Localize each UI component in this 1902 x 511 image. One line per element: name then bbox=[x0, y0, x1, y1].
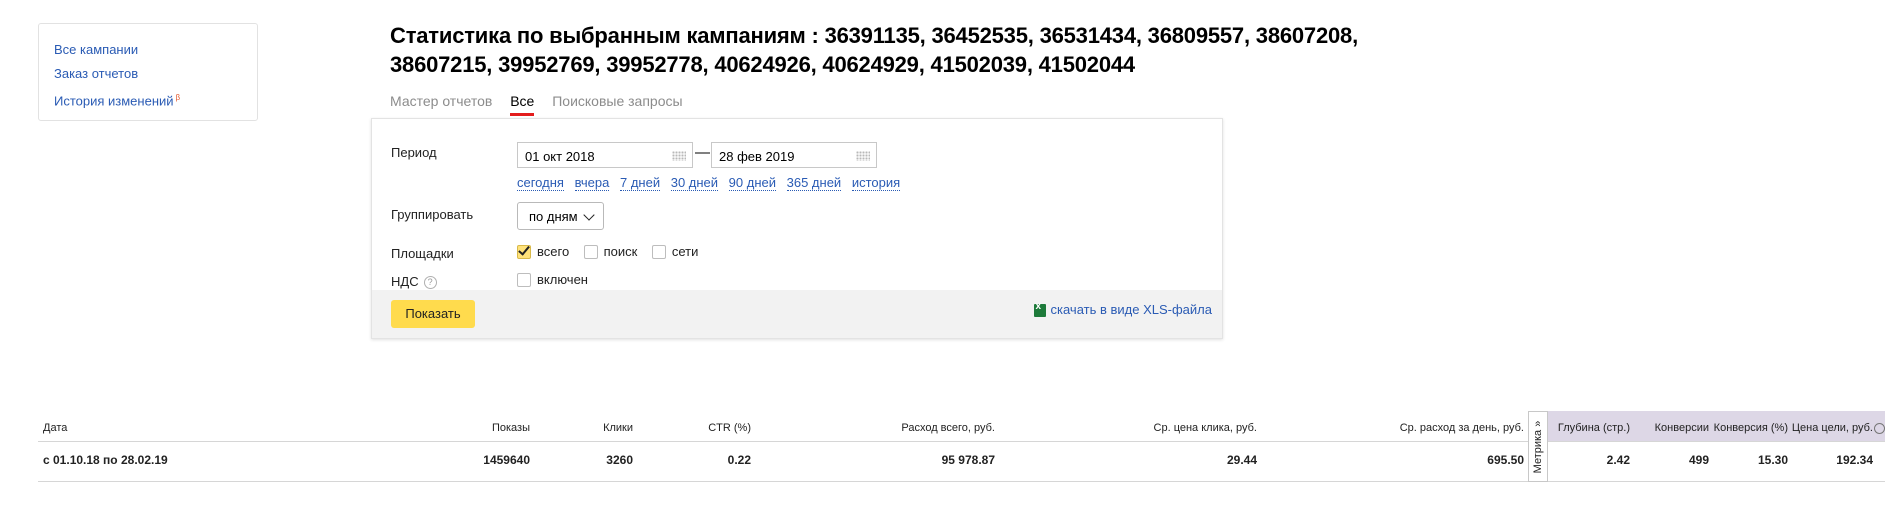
cell-ctr: 0.22 bbox=[727, 453, 751, 467]
cell-clicks: 3260 bbox=[606, 453, 633, 467]
metrika-toggle[interactable]: Метрика » bbox=[1528, 411, 1548, 482]
col-header-date[interactable]: Дата bbox=[43, 422, 67, 434]
xls-download-label: скачать в виде XLS-файла bbox=[1050, 302, 1213, 317]
stats-table: Дата Показы Клики CTR (%) Расход всего, … bbox=[38, 407, 1885, 482]
tab-report-wizard[interactable]: Мастер отчетов bbox=[390, 93, 492, 116]
row-divider bbox=[38, 481, 1885, 482]
quick-period-links: сегодня вчера 7 дней 30 дней 90 дней 365… bbox=[517, 175, 907, 191]
cell-shows: 1459640 bbox=[483, 453, 530, 467]
date-to-value: 28 фев 2019 bbox=[719, 149, 795, 164]
site-search-checkbox[interactable] bbox=[583, 244, 598, 259]
vat-options: включен bbox=[517, 271, 598, 289]
period-link-30-days[interactable]: 30 дней bbox=[670, 175, 719, 191]
help-icon[interactable]: ? bbox=[423, 276, 437, 290]
col-header-shows[interactable]: Показы bbox=[492, 422, 530, 434]
site-all-checkbox[interactable] bbox=[517, 244, 531, 259]
vat-included-checkbox[interactable] bbox=[517, 272, 531, 287]
site-networks-label: сети bbox=[671, 244, 699, 260]
report-filter-panel: Период 01 окт 2018 — 28 фев 2019 сегодня… bbox=[371, 118, 1223, 339]
period-link-yesterday[interactable]: вчера bbox=[574, 175, 610, 191]
group-by-value: по дням bbox=[529, 209, 578, 224]
sidebar-item-change-history[interactable]: История изменений β bbox=[54, 86, 257, 113]
period-link-history[interactable]: история bbox=[851, 175, 901, 191]
calendar-icon[interactable] bbox=[672, 151, 686, 161]
site-search-label: поиск bbox=[603, 244, 638, 260]
group-by-select[interactable]: по дням bbox=[517, 202, 604, 230]
date-from-input[interactable]: 01 окт 2018 bbox=[517, 142, 693, 168]
chevron-down-icon bbox=[583, 209, 595, 221]
period-link-7-days[interactable]: 7 дней bbox=[619, 175, 661, 191]
settings-icon[interactable] bbox=[1874, 423, 1885, 434]
col-header-avg-cpc[interactable]: Ср. цена клика, руб. bbox=[1154, 422, 1257, 434]
report-tabs: Мастер отчетов Все Поисковые запросы bbox=[390, 93, 697, 116]
header-divider bbox=[38, 441, 1885, 442]
cell-conversions: 499 bbox=[1688, 453, 1709, 467]
col-header-depth[interactable]: Глубина (стр.) bbox=[1558, 422, 1630, 434]
excel-icon bbox=[1033, 301, 1046, 318]
site-networks-checkbox[interactable] bbox=[651, 244, 666, 259]
vat-label-row: НДС? bbox=[391, 274, 437, 290]
panel-footer: Показать скачать в виде XLS-файла bbox=[372, 290, 1222, 338]
date-to-input[interactable]: 28 фев 2019 bbox=[711, 142, 877, 168]
period-label: Период bbox=[391, 145, 437, 160]
cell-goal-price: 192.34 bbox=[1836, 453, 1873, 467]
site-all-label: всего bbox=[537, 244, 570, 260]
col-header-goal-price[interactable]: Цена цели, руб. bbox=[1792, 422, 1873, 434]
col-header-clicks[interactable]: Клики bbox=[603, 422, 633, 434]
page-title: Статистика по выбранным кампаниям : 3639… bbox=[390, 23, 1358, 77]
col-header-ctr[interactable]: CTR (%) bbox=[708, 422, 751, 434]
cell-spend: 95 978.87 bbox=[941, 453, 995, 467]
sidebar-menu: Все кампании Заказ отчетов История измен… bbox=[38, 23, 258, 121]
sites-label: Площадки bbox=[391, 246, 454, 261]
tab-search-queries[interactable]: Поисковые запросы bbox=[552, 93, 682, 116]
cell-conversion-rate: 15.30 bbox=[1757, 453, 1788, 467]
cell-depth: 2.42 bbox=[1606, 453, 1630, 467]
vat-label: НДС bbox=[391, 274, 419, 289]
cell-avg-cpc: 29.44 bbox=[1226, 453, 1257, 467]
show-button[interactable]: Показать bbox=[391, 300, 475, 328]
col-header-avg-daily[interactable]: Ср. расход за день, руб. bbox=[1400, 422, 1524, 434]
metrika-toggle-label: Метрика » bbox=[1532, 420, 1544, 473]
date-from-value: 01 окт 2018 bbox=[525, 149, 595, 164]
cell-avg-daily: 695.50 bbox=[1487, 453, 1524, 467]
period-link-today[interactable]: сегодня bbox=[517, 175, 564, 191]
sites-options: всего поиск сети bbox=[517, 243, 708, 261]
col-header-conversion-rate[interactable]: Конверсия (%) bbox=[1714, 422, 1788, 434]
col-header-spend[interactable]: Расход всего, руб. bbox=[901, 422, 995, 434]
col-header-conversions[interactable]: Конверсии bbox=[1655, 422, 1709, 434]
tab-all[interactable]: Все bbox=[510, 93, 535, 116]
sidebar-item-label: История изменений bbox=[54, 93, 174, 109]
sidebar-item-order-reports[interactable]: Заказ отчетов bbox=[54, 62, 257, 86]
period-link-90-days[interactable]: 90 дней bbox=[728, 175, 776, 191]
beta-badge: β bbox=[175, 93, 181, 102]
calendar-icon[interactable] bbox=[856, 151, 870, 161]
cell-date: с 01.10.18 по 28.02.19 bbox=[43, 453, 168, 467]
vat-included-label: включен bbox=[537, 272, 588, 288]
date-range-dash: — bbox=[695, 144, 710, 161]
period-link-365-days[interactable]: 365 дней bbox=[786, 175, 842, 191]
sidebar-item-all-campaigns[interactable]: Все кампании bbox=[54, 38, 257, 62]
group-label: Группировать bbox=[391, 207, 474, 222]
xls-download-link[interactable]: скачать в виде XLS-файла bbox=[1033, 301, 1213, 318]
